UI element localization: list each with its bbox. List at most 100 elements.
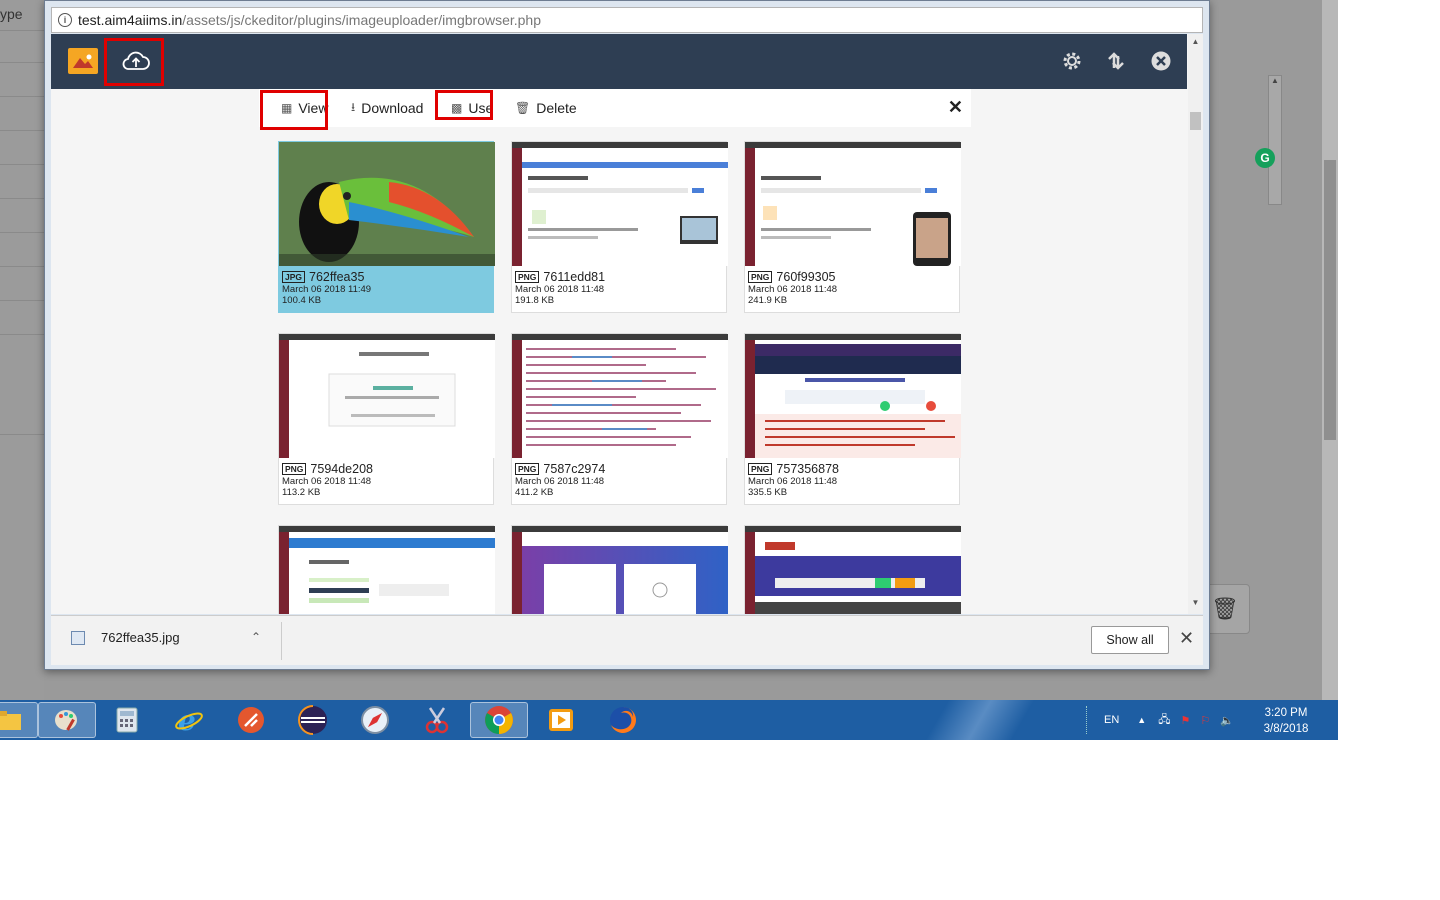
close-circle-icon[interactable]	[1148, 48, 1174, 74]
file-type-badge: PNG	[748, 463, 773, 475]
firefox-icon[interactable]	[594, 702, 652, 738]
delete-button[interactable]: 🗑 Delete	[515, 89, 577, 127]
flag-icon[interactable]: ⚑	[1180, 714, 1190, 727]
image-action-bar: ▦ View ⭳ Download ▩ Use 🗑 Delete ✕	[259, 89, 971, 127]
chevron-up-icon[interactable]: ⌃	[251, 630, 261, 644]
address-bar[interactable]: i test.aim4aiims.in/assets/js/ckeditor/p…	[51, 7, 1203, 33]
background-label: ype	[0, 6, 23, 22]
volume-icon[interactable]: 🔈	[1220, 714, 1234, 727]
settings-gear-icon[interactable]	[1059, 48, 1085, 74]
image-date: March 06 2018 11:48	[748, 476, 838, 487]
downloads-close-icon[interactable]: ✕	[1179, 628, 1194, 649]
image-thumbnail	[279, 526, 495, 614]
image-name: 762ffea35	[309, 270, 365, 284]
image-name: 7587c2974	[543, 462, 606, 476]
view-highlight-box	[260, 90, 328, 130]
clock[interactable]: 3:20 PM 3/8/2018	[1256, 705, 1316, 737]
image-date: March 06 2018 11:49	[282, 284, 372, 295]
image-thumbnail	[745, 142, 961, 266]
image-grid-scrollbar[interactable]: ▲ ▼	[1188, 34, 1203, 614]
background-textarea-scrollbar[interactable]: ▲	[1268, 75, 1282, 205]
clock-date: 3/8/2018	[1263, 723, 1309, 735]
system-tray: EN ▲ 🖧 ⚑ ⚐ 🔈	[1086, 700, 1234, 740]
image-thumbnail	[745, 334, 961, 458]
image-card[interactable]: PNG 760f99305 March 06 2018 11:48 241.9 K…	[744, 141, 961, 313]
internet-explorer-icon[interactable]: e	[160, 702, 218, 738]
background-left-panel: ype	[0, 0, 44, 700]
image-date: March 06 2018 11:48	[515, 476, 605, 487]
image-thumbnail	[512, 334, 728, 458]
use-highlight-box	[435, 90, 493, 120]
show-all-button[interactable]: Show all	[1091, 626, 1169, 654]
snipping-tool-icon[interactable]	[408, 702, 466, 738]
file-type-badge: PNG	[515, 463, 540, 475]
file-type-badge: JPG	[282, 271, 306, 283]
page-scrollbar[interactable]	[1322, 0, 1338, 700]
grammarly-icon[interactable]: G	[1255, 148, 1275, 168]
image-thumbnail	[279, 142, 495, 266]
file-explorer-icon[interactable]	[0, 702, 38, 738]
network-icon[interactable]: 🖧	[1158, 711, 1170, 730]
file-type-badge: PNG	[515, 271, 540, 283]
eclipse-icon[interactable]	[284, 702, 342, 738]
action-center-icon[interactable]: ⚐	[1200, 714, 1210, 727]
media-player-icon[interactable]	[532, 702, 590, 738]
image-name: 757356878	[776, 462, 839, 476]
filezilla-icon[interactable]	[222, 702, 280, 738]
downloads-bar: 762ffea35.jpg ⌃ Show all ✕	[51, 615, 1203, 665]
url-path: /assets/js/ckeditor/plugins/imageuploade…	[182, 12, 542, 28]
delete-label: Delete	[536, 100, 577, 116]
image-thumbnail	[512, 526, 728, 614]
image-card[interactable]	[744, 525, 961, 614]
image-date: March 06 2018 11:48	[748, 284, 838, 295]
safari-icon[interactable]	[346, 702, 404, 738]
download-item[interactable]: 762ffea35.jpg	[71, 630, 180, 645]
image-thumbnail	[512, 142, 728, 266]
image-card[interactable]: JPG 762ffea35 March 06 2018 11:49 100.4 K…	[278, 141, 495, 313]
image-card[interactable]: PNG 757356878 March 06 2018 11:48 335.5 K…	[744, 333, 961, 505]
clock-time: 3:20 PM	[1264, 707, 1308, 719]
image-size: 411.2 KB	[515, 487, 554, 498]
downloads-divider	[281, 622, 282, 660]
image-size: 241.9 KB	[748, 295, 788, 306]
calculator-icon[interactable]	[98, 702, 156, 738]
image-thumbnail	[745, 526, 961, 614]
upload-highlight-box	[104, 38, 164, 86]
image-date: March 06 2018 11:48	[282, 476, 372, 487]
image-size: 191.8 KB	[515, 295, 555, 306]
image-name: 7594de208	[310, 462, 373, 476]
image-file-icon	[71, 630, 85, 645]
show-hidden-icons-icon[interactable]: ▲	[1137, 715, 1146, 725]
image-browser-header	[51, 34, 1187, 89]
image-size: 100.4 KB	[282, 295, 322, 306]
image-card[interactable]	[511, 525, 728, 614]
image-size: 335.5 KB	[748, 487, 788, 498]
language-indicator[interactable]: EN	[1104, 714, 1119, 726]
info-icon[interactable]: i	[58, 13, 72, 27]
image-card[interactable]: PNG 7611edd81 March 06 2018 11:48 191.8 K…	[511, 141, 728, 313]
url-host: test.aim4aiims.in	[78, 12, 183, 28]
image-logo-icon	[68, 48, 98, 74]
image-thumbnail	[279, 334, 495, 458]
download-label: Download	[361, 100, 424, 116]
windows-taskbar: e EN ▲ 🖧 ⚑ ⚐ 🔈 3:20 PM 3/8/2018	[0, 700, 1338, 740]
image-name: 760f99305	[776, 270, 836, 284]
download-button[interactable]: ⭳ Download	[351, 89, 423, 127]
image-browser-content: ▲ ▼ ▦ View ⭳ Download ▩ Use 🗑 Delete ✕ J…	[51, 34, 1203, 614]
action-bar-close-icon[interactable]: ✕	[948, 97, 963, 118]
trash-icon: 🗑	[515, 101, 531, 115]
image-browser-popup: i test.aim4aiims.in/assets/js/ckeditor/p…	[44, 0, 1210, 670]
image-date: March 06 2018 11:48	[515, 284, 605, 295]
refresh-icon[interactable]	[1103, 48, 1129, 74]
image-card[interactable]: PNG 7594de208 March 06 2018 11:48 113.2 K…	[278, 333, 495, 505]
file-type-badge: PNG	[748, 271, 773, 283]
image-size: 113.2 KB	[282, 487, 321, 498]
image-card[interactable]: PNG 7587c2974 March 06 2018 11:48 411.2 K…	[511, 333, 728, 505]
download-icon: ⭳	[351, 99, 356, 114]
download-file-name: 762ffea35.jpg	[101, 630, 180, 645]
paint-icon[interactable]	[38, 702, 96, 738]
chrome-icon[interactable]	[470, 702, 528, 738]
tray-divider	[1086, 706, 1090, 734]
image-card[interactable]	[278, 525, 495, 614]
file-type-badge: PNG	[282, 463, 307, 475]
